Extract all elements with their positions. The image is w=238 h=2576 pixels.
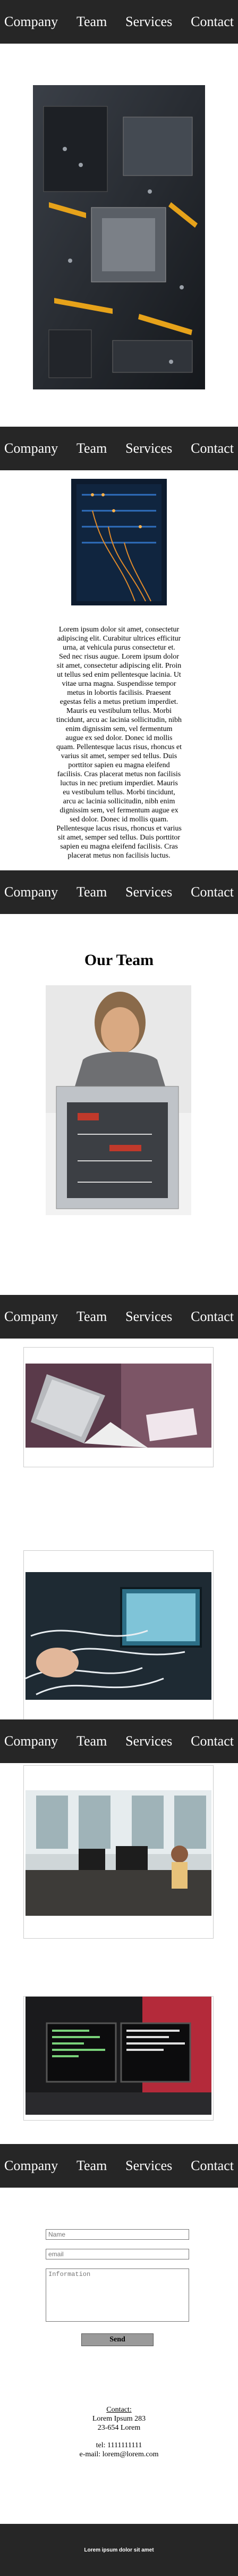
server-rack-image	[71, 479, 167, 605]
nav-link-company[interactable]: Company	[4, 884, 58, 900]
contact-heading: Contact:	[106, 2406, 132, 2414]
service-card-office	[23, 1765, 214, 1939]
nav-link-company[interactable]: Company	[4, 14, 58, 30]
service-card-laptop	[23, 1347, 214, 1467]
gallery-section-navbar: Company Team Services Contact	[0, 1719, 238, 1763]
nav-link-services[interactable]: Services	[125, 2158, 172, 2174]
nav-link-team[interactable]: Team	[76, 441, 107, 456]
nav-link-company[interactable]: Company	[4, 1309, 58, 1325]
company-section-navbar: Company Team Services Contact	[0, 427, 238, 470]
nav-link-team[interactable]: Team	[76, 884, 107, 900]
office-image	[26, 1790, 211, 1916]
workstation-image	[26, 1997, 211, 2115]
nav-link-contact[interactable]: Contact	[191, 14, 234, 30]
contact-phone: tel: 1111111111	[96, 2441, 142, 2449]
information-field[interactable]	[46, 2268, 189, 2322]
nav-link-services[interactable]: Services	[125, 14, 172, 30]
nav-link-contact[interactable]: Contact	[191, 1733, 234, 1749]
nav-link-contact[interactable]: Contact	[191, 441, 234, 456]
about-paragraph: Lorem ipsum dolor sit amet, consectetur …	[56, 626, 182, 860]
hero-motherboard-image	[33, 85, 205, 389]
contact-email: e-mail: lorem@lorem.com	[79, 2450, 159, 2458]
nav-link-services[interactable]: Services	[125, 1733, 172, 1749]
team-title: Our Team	[84, 951, 154, 969]
service-card-workstation	[23, 1996, 214, 2121]
nav-link-contact[interactable]: Contact	[191, 2158, 234, 2174]
contact-address-line1: Lorem Ipsum 283	[92, 2415, 146, 2423]
contact-section-navbar: Company Team Services Contact	[0, 2144, 238, 2188]
send-button[interactable]: Send	[81, 2333, 154, 2346]
nav-link-services[interactable]: Services	[125, 884, 172, 900]
nav-link-contact[interactable]: Contact	[191, 1309, 234, 1325]
nav-link-services[interactable]: Services	[125, 441, 172, 456]
team-section-navbar: Company Team Services Contact	[0, 870, 238, 914]
contact-address-line2: 23-654 Lorem	[97, 2424, 141, 2432]
nav-link-company[interactable]: Company	[4, 2158, 58, 2174]
server-cables-image	[26, 1572, 211, 1700]
service-card-servers	[23, 1550, 214, 1722]
name-field[interactable]	[46, 2229, 189, 2240]
services-section-navbar: Company Team Services Contact	[0, 1295, 238, 1339]
team-member-photo	[46, 985, 191, 1215]
nav-link-team[interactable]: Team	[76, 2158, 107, 2174]
footer: Lorem ipsum dolor sit amet	[0, 2524, 238, 2576]
nav-link-company[interactable]: Company	[4, 441, 58, 456]
nav-link-team[interactable]: Team	[76, 1733, 107, 1749]
top-navbar: Company Team Services Contact	[0, 0, 238, 44]
nav-link-team[interactable]: Team	[76, 14, 107, 30]
nav-link-team[interactable]: Team	[76, 1309, 107, 1325]
laptop-image	[26, 1364, 211, 1448]
email-field[interactable]	[46, 2249, 189, 2259]
nav-link-company[interactable]: Company	[4, 1733, 58, 1749]
nav-link-contact[interactable]: Contact	[191, 884, 234, 900]
footer-text: Lorem ipsum dolor sit amet	[84, 2547, 154, 2553]
nav-link-services[interactable]: Services	[125, 1309, 172, 1325]
